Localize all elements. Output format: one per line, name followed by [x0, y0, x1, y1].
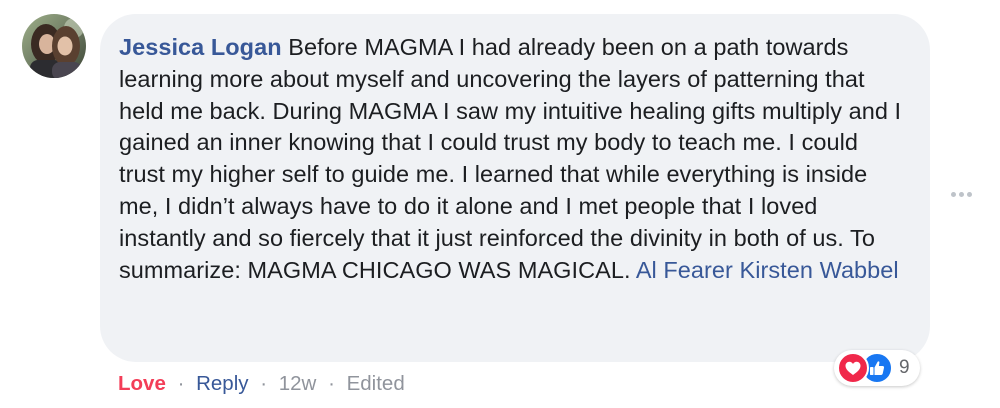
- tagged-user-2[interactable]: Kirsten Wabbel: [740, 257, 899, 283]
- edited-label[interactable]: Edited: [347, 372, 405, 395]
- comment: Jessica Logan Before MAGMA I had already…: [0, 0, 1000, 408]
- timestamp[interactable]: 12w: [279, 372, 317, 395]
- separator: ·: [328, 372, 335, 395]
- comment-actions: Love · Reply · 12w · Edited: [118, 370, 405, 398]
- comment-text: Before MAGMA I had already been on a pat…: [119, 34, 902, 283]
- avatar-photo: [22, 14, 86, 78]
- comment-body: Jessica Logan Before MAGMA I had already…: [119, 32, 910, 286]
- author-name[interactable]: Jessica Logan: [119, 34, 282, 60]
- tagged-user-1[interactable]: Al Fearer: [636, 257, 733, 283]
- avatar[interactable]: [22, 14, 86, 78]
- reaction-count: 9: [899, 357, 910, 378]
- heart-icon: [837, 352, 869, 384]
- reply-button[interactable]: Reply: [196, 372, 248, 395]
- more-options-icon[interactable]: [946, 184, 976, 204]
- comment-bubble: Jessica Logan Before MAGMA I had already…: [100, 14, 930, 362]
- reactions-summary[interactable]: 9: [834, 350, 920, 386]
- love-button[interactable]: Love: [118, 372, 166, 395]
- separator: ·: [260, 372, 268, 395]
- separator: ·: [177, 372, 185, 395]
